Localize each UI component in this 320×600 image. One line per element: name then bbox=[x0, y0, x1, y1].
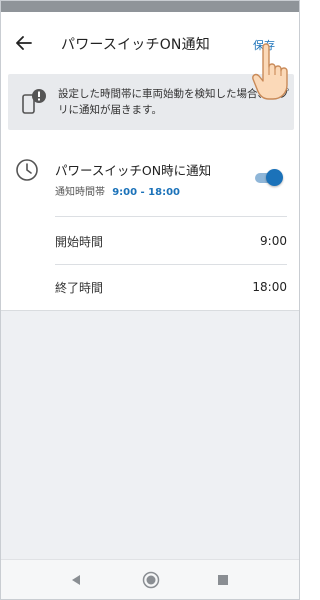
end-time-value: 18:00 bbox=[252, 280, 287, 294]
circle-home-icon bbox=[142, 571, 160, 589]
clock-icon bbox=[16, 159, 38, 181]
notification-period: 通知時間帯 9:00 - 18:00 bbox=[55, 183, 180, 198]
notification-toggle[interactable] bbox=[255, 168, 283, 186]
nav-recent-button[interactable] bbox=[214, 571, 232, 589]
setting-title: パワースイッチON時に通知 bbox=[55, 163, 212, 178]
page-title: パワースイッチON通知 bbox=[61, 37, 210, 53]
arrow-left-icon bbox=[16, 36, 32, 50]
period-value: 9:00 - 18:00 bbox=[112, 187, 181, 198]
start-time-value: 9:00 bbox=[260, 234, 287, 248]
period-label: 通知時間帯 bbox=[55, 187, 105, 198]
start-time-row[interactable]: 開始時間 9:00 bbox=[55, 218, 287, 264]
end-time-label: 終了時間 bbox=[55, 280, 104, 295]
phone-alert-icon bbox=[22, 89, 46, 114]
square-recent-icon bbox=[218, 575, 228, 585]
end-time-row[interactable]: 終了時間 18:00 bbox=[55, 264, 287, 310]
phone-screen: パワースイッチON通知 保存 設定した時間帯に車両始動を検知した場合、アプリに通… bbox=[0, 0, 300, 600]
notification-setting-row: パワースイッチON時に通知 通知時間帯 9:00 - 18:00 bbox=[1, 158, 299, 218]
pointing-hand-icon bbox=[252, 43, 288, 100]
triangle-back-icon bbox=[72, 575, 80, 585]
content-bottom-edge bbox=[1, 310, 299, 311]
status-bar bbox=[1, 1, 299, 12]
toggle-knob bbox=[266, 169, 283, 186]
system-nav-bar bbox=[1, 559, 299, 599]
nav-back-button[interactable] bbox=[67, 571, 85, 589]
settings-panel: 設定した時間帯に車両始動を検知した場合、アプリに通知が届きます。 パワースイッチ… bbox=[1, 68, 299, 311]
back-button[interactable] bbox=[13, 32, 35, 54]
nav-home-button[interactable] bbox=[142, 571, 160, 589]
divider bbox=[55, 216, 287, 217]
start-time-label: 開始時間 bbox=[55, 234, 104, 249]
